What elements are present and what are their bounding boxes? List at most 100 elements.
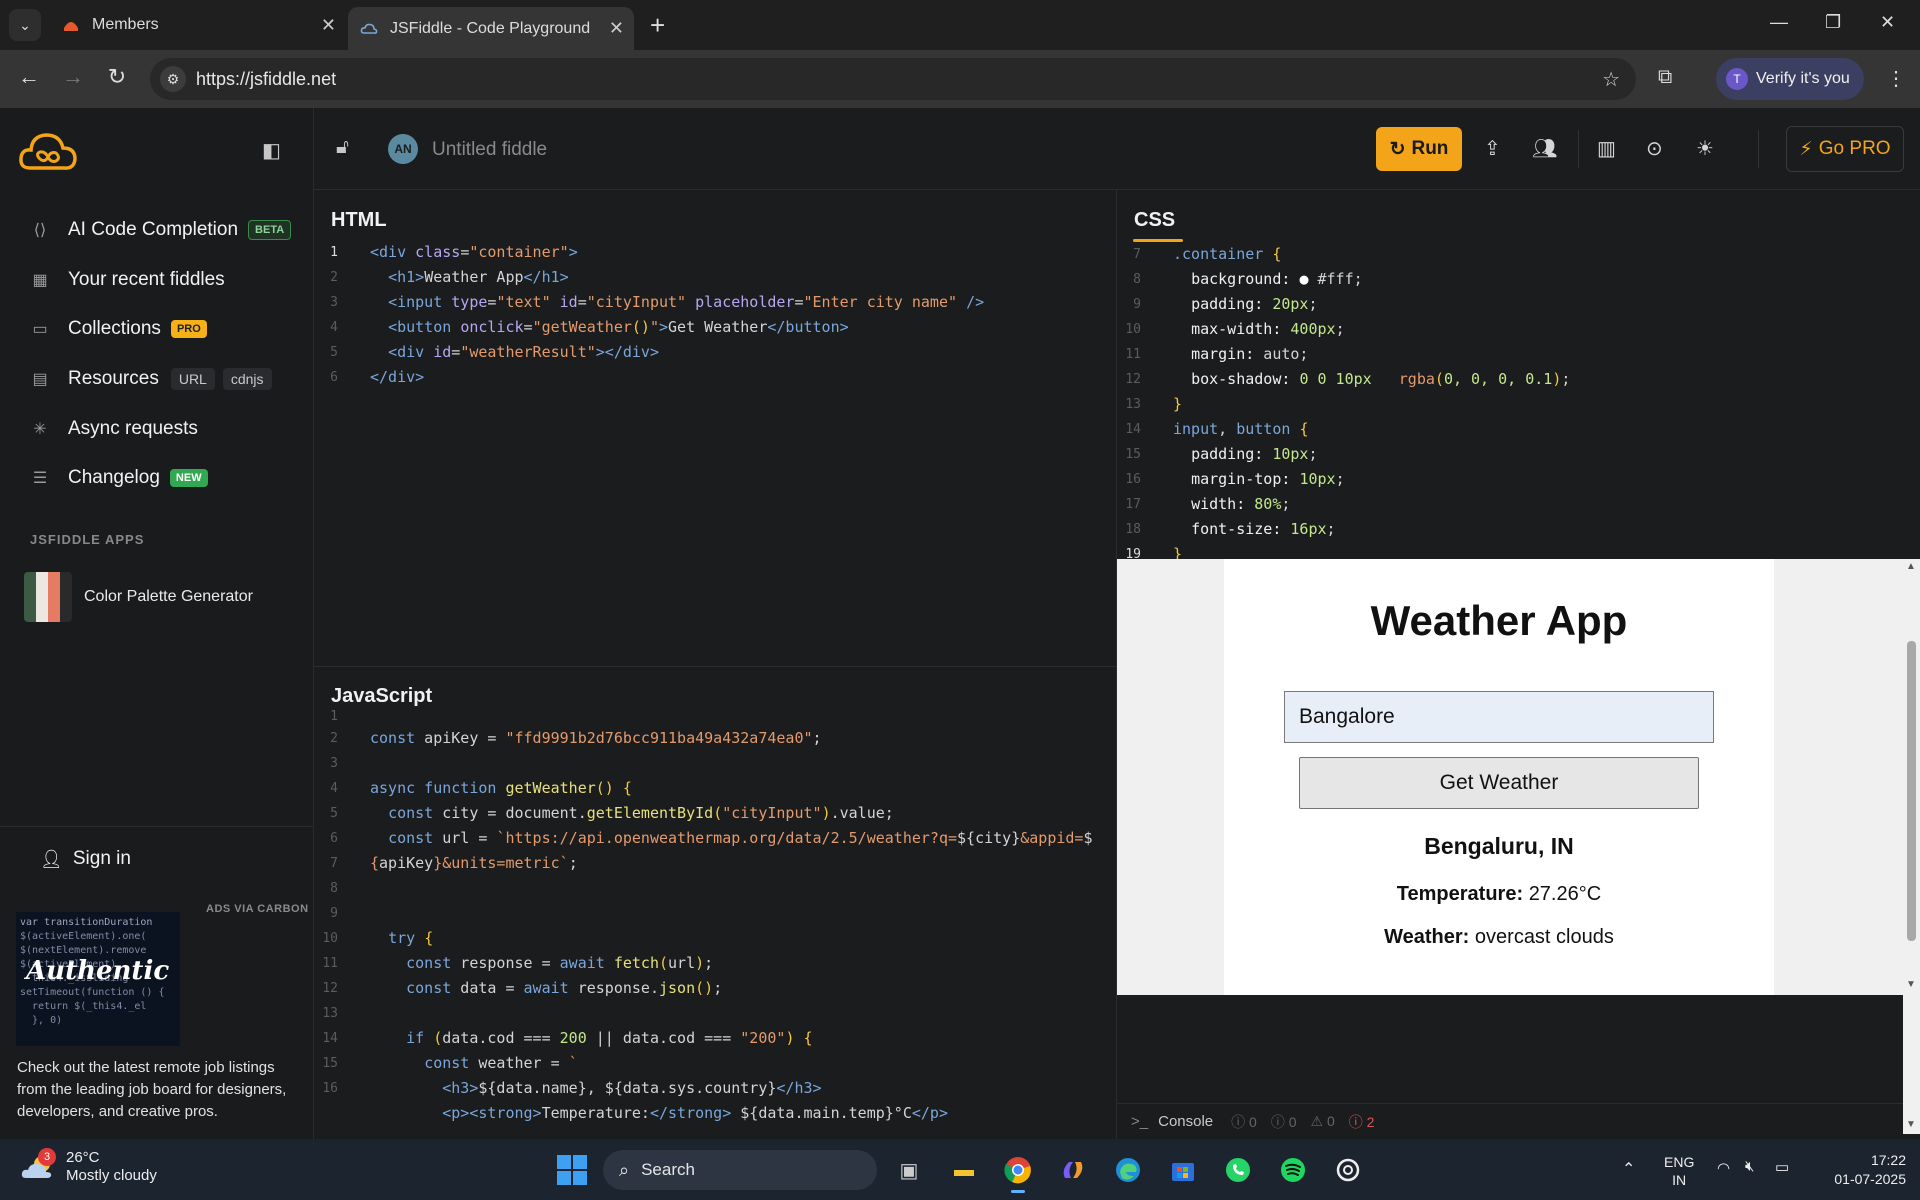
search-label: Search xyxy=(641,1160,695,1179)
file-explorer-icon[interactable]: ▬ xyxy=(945,1151,983,1189)
temperature-value: 27.26°C xyxy=(1528,883,1602,905)
result-frame[interactable]: Weather App Bangalore Get Weather Bengal… xyxy=(1117,559,1903,995)
ad-image[interactable]: var transitionDuration $(activeElement).… xyxy=(16,912,180,1046)
sidebar-item-resources[interactable]: ▤ Resources URL cdnjs xyxy=(28,367,272,391)
jsfiddle-logo[interactable] xyxy=(18,130,78,174)
tab-members[interactable]: Members ✕ xyxy=(50,7,346,43)
javascript-code[interactable]: const apiKey = "ffd9991b2d76bcc911ba49a4… xyxy=(370,726,1092,1126)
sidebar-item-recent-fiddles[interactable]: ▦ Your recent fiddles xyxy=(28,268,225,292)
whatsapp-icon[interactable] xyxy=(1219,1151,1257,1189)
spotify-icon[interactable] xyxy=(1274,1151,1312,1189)
app-color-palette-generator[interactable]: Color Palette Generator xyxy=(24,572,253,622)
close-tab-icon[interactable]: ✕ xyxy=(321,15,336,36)
get-weather-button[interactable]: Get Weather xyxy=(1299,757,1699,809)
panel-title: HTML xyxy=(331,209,387,231)
task-view-icon[interactable]: ▣ xyxy=(890,1151,928,1189)
chrome-icon[interactable] xyxy=(999,1151,1037,1193)
sign-in-link[interactable]: 👤︎ Sign in xyxy=(40,848,131,870)
tab-jsfiddle[interactable]: JSFiddle - Code Playground ✕ xyxy=(348,7,634,50)
weather-label: Weather: xyxy=(1384,926,1470,948)
notification-badge: 3 xyxy=(38,1148,56,1166)
verify-profile-button[interactable]: T Verify it's you xyxy=(1716,58,1864,100)
go-pro-button[interactable]: ⚡︎ Go PRO xyxy=(1786,126,1904,172)
edge-icon[interactable] xyxy=(1109,1151,1147,1189)
copilot-icon[interactable] xyxy=(1054,1151,1092,1189)
show-hidden-icons[interactable]: ⌃ xyxy=(1622,1159,1635,1179)
ads-via-carbon[interactable]: ADS VIA CARBON xyxy=(206,903,309,915)
result-scrollbar[interactable]: ▲ ▼ ▼ xyxy=(1903,559,1920,1134)
scroll-up-icon[interactable]: ▲ xyxy=(1906,561,1916,572)
fiddle-title[interactable]: Untitled fiddle xyxy=(432,139,547,161)
app-label: Color Palette Generator xyxy=(84,588,253,605)
collaborate-icon[interactable]: 👥︎ xyxy=(1532,136,1557,161)
result-heading: Weather App xyxy=(1370,597,1628,644)
sidebar-item-label: Resources xyxy=(68,368,159,389)
sidebar-item-async-requests[interactable]: ✳ Async requests xyxy=(28,417,198,441)
windows-taskbar: 26°C Mostly cloudy 3 ⌕ Search ▣ ▬ ⌃ ENG … xyxy=(0,1139,1920,1200)
run-label: Run xyxy=(1411,138,1449,159)
close-window-icon[interactable]: ✕ xyxy=(1880,12,1895,33)
grid-icon: ▦ xyxy=(32,272,48,289)
run-button[interactable]: ↻ Run xyxy=(1376,127,1462,171)
sidebar-item-label: Collections xyxy=(68,318,161,339)
console-bar[interactable]: >_ Console ⓘ 0 ⓘ 0 ⚠ 0 ⓘ 2 xyxy=(1117,1103,1903,1139)
volume-mute-icon[interactable]: 🔇︎ xyxy=(1745,1158,1754,1175)
javascript-panel[interactable]: JavaScript 1 2 3 4 5 6 7 8 9 10 11 12 13 14 15 16 const… xyxy=(314,667,1116,1139)
url-chip[interactable]: URL xyxy=(170,368,215,390)
line-numbers: 1 2 3 4 5 6 7 8 9 10 11 12 13 14 15 16 xyxy=(322,709,338,1096)
extensions-icon[interactable]: ⧉ xyxy=(1658,66,1672,89)
sidebar-item-label: Changelog xyxy=(68,467,160,488)
back-icon[interactable]: ← xyxy=(14,64,44,90)
tab-search-button[interactable]: ⌄ xyxy=(9,9,41,41)
bookmark-star-icon[interactable]: ☆ xyxy=(1602,67,1620,92)
battery-icon[interactable]: ▭ xyxy=(1775,1158,1789,1176)
scroll-down-icon[interactable]: ▼ xyxy=(1906,979,1916,990)
avatar[interactable]: AN xyxy=(388,134,418,164)
reload-icon[interactable]: ↻ xyxy=(102,64,132,90)
sidebar-item-ai-completion[interactable]: ⟨⟩ AI Code Completion BETA xyxy=(28,218,292,242)
browser-menu-icon[interactable]: ⋮ xyxy=(1886,66,1906,91)
start-button[interactable] xyxy=(557,1155,587,1185)
store-icon[interactable] xyxy=(1164,1151,1202,1189)
toolbar-divider xyxy=(1758,130,1759,168)
cdnjs-chip[interactable]: cdnjs xyxy=(222,368,272,390)
sidebar-toggle-icon[interactable]: ◧ xyxy=(262,138,281,163)
address-bar[interactable]: ⚙ https://jsfiddle.net ☆ xyxy=(150,58,1636,100)
sidebar-item-collections[interactable]: ▭ Collections PRO xyxy=(28,317,207,341)
url-text[interactable]: https://jsfiddle.net xyxy=(196,69,336,90)
city-input[interactable]: Bangalore xyxy=(1284,691,1714,743)
toggle-icon[interactable]: ⊙ xyxy=(1646,136,1663,161)
result-container: Weather App Bangalore Get Weather Bengal… xyxy=(1224,559,1774,995)
new-tab-icon[interactable]: + xyxy=(650,10,665,41)
panel-title: JavaScript xyxy=(331,685,433,707)
html-code[interactable]: <div class="container"> <h1>Weather App<… xyxy=(370,240,984,390)
scrollbar-thumb[interactable] xyxy=(1907,641,1916,941)
forward-icon[interactable]: → xyxy=(58,64,88,90)
temperature-line: Temperature: 27.26°C xyxy=(1224,883,1774,906)
wifi-icon[interactable]: ◠ xyxy=(1717,1159,1730,1177)
restore-icon[interactable]: ❐ xyxy=(1825,12,1841,33)
console-label[interactable]: Console xyxy=(1158,1113,1213,1130)
theme-sun-icon[interactable]: ☀ xyxy=(1696,136,1714,161)
clock[interactable]: 17:22 01-07-2025 xyxy=(1818,1151,1906,1189)
language-indicator[interactable]: ENG IN xyxy=(1664,1153,1694,1189)
sidebar-item-label: Your recent fiddles xyxy=(68,269,225,290)
members-favicon-icon xyxy=(62,16,80,34)
scroll-down-icon[interactable]: ▼ xyxy=(1906,1119,1916,1130)
html-panel[interactable]: HTML 123456 <div class="container"> <h1>… xyxy=(314,191,1116,666)
new-badge: NEW xyxy=(169,469,208,487)
chevron-down-icon: ⌄ xyxy=(19,16,31,33)
chatgpt-icon[interactable] xyxy=(1329,1151,1367,1189)
close-tab-icon[interactable]: ✕ xyxy=(609,18,624,39)
panel-title: CSS xyxy=(1134,209,1176,231)
browser-tabstrip: ⌄ Members ✕ JSFiddle - Code Playground ✕… xyxy=(0,0,1920,50)
taskbar-search[interactable]: ⌕ Search xyxy=(603,1150,877,1190)
ad-text[interactable]: Check out the latest remote job listings… xyxy=(17,1057,302,1123)
sidebar-item-changelog[interactable]: ☰ Changelog NEW xyxy=(28,466,208,490)
upload-icon[interactable]: ⇪ xyxy=(1484,136,1501,161)
minimize-icon[interactable]: — xyxy=(1770,12,1788,33)
console-info-count: ⓘ 0 xyxy=(1231,1113,1257,1130)
lock-icon[interactable]: 🔓︎ xyxy=(336,136,349,159)
layout-icon[interactable]: ▥ xyxy=(1597,136,1616,161)
site-info-icon[interactable]: ⚙ xyxy=(160,66,186,92)
